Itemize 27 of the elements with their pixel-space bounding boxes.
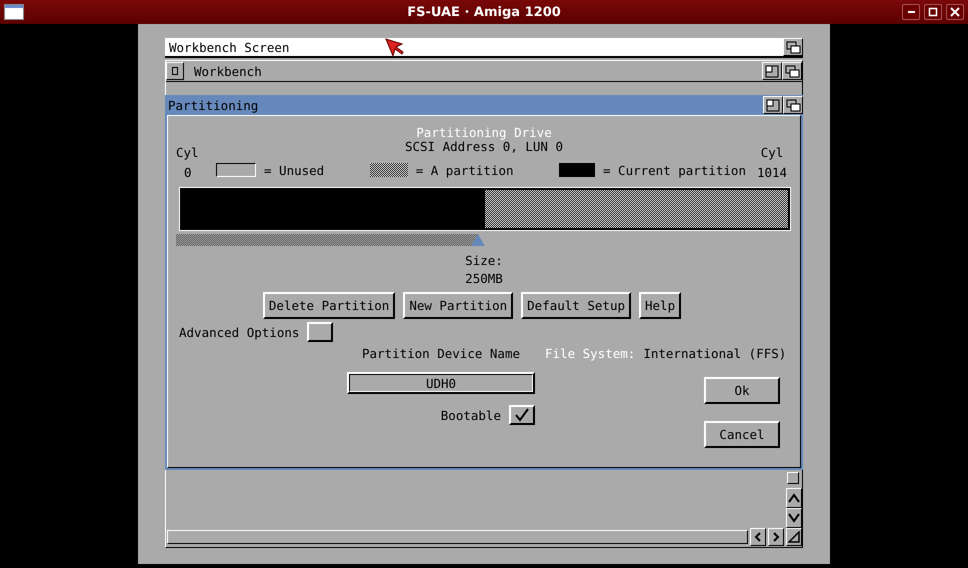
legend-label: = Unused (264, 162, 324, 178)
cancel-button[interactable]: Cancel (704, 421, 780, 448)
cylinder-label: Cyl (760, 144, 784, 162)
partition-button[interactable]: Delete Partition (262, 292, 396, 319)
screen-title: Workbench Screen (169, 40, 290, 54)
legend-label: = A partition (416, 162, 514, 178)
size-value: 250MB (465, 270, 503, 288)
cylinder-value: 1014 (756, 164, 788, 182)
partition-button[interactable]: New Partition (403, 292, 514, 319)
file-system-label: File System: (545, 345, 636, 363)
dialog-heading: Partitioning Drive (415, 124, 553, 142)
window-title: Workbench (194, 64, 262, 78)
file-system-value: International (FFS) (643, 345, 786, 363)
option-label: Bootable (440, 408, 501, 422)
size-label: Size: (465, 252, 503, 270)
cylinder-label: Cyl (176, 144, 199, 162)
option-label: Advanced Options (179, 324, 300, 340)
window-title: Partitioning (168, 98, 258, 112)
window-title: FS-UAE · Amiga 1200 (407, 4, 561, 20)
cylinder-value: 0 (183, 164, 192, 182)
partition-button[interactable]: Default Setup (521, 292, 631, 319)
partition-button[interactable]: Help (639, 292, 682, 319)
field-label: Partition Device Name (362, 345, 520, 363)
legend-label: = Current partition (603, 162, 746, 178)
drive-address: SCSI Address 0, LUN 0 (404, 139, 564, 156)
ok-button[interactable]: Ok (704, 377, 780, 404)
device-name-field[interactable]: UDH0 (347, 372, 535, 394)
